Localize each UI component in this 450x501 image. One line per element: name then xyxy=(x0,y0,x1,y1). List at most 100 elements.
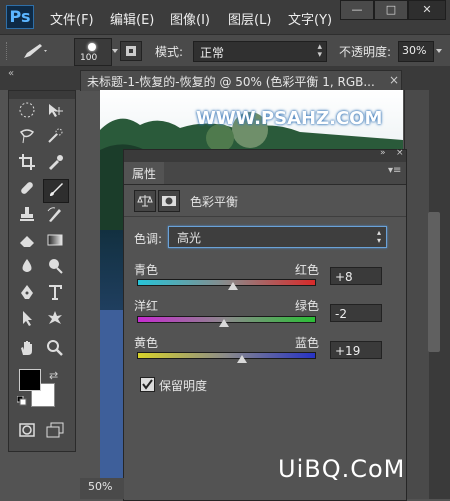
yellow-blue-value[interactable]: +19 xyxy=(330,341,382,359)
red-label: 红色 xyxy=(295,263,320,277)
tone-value: 高光 xyxy=(177,231,202,245)
blur-icon[interactable] xyxy=(15,257,39,279)
lasso-icon[interactable] xyxy=(15,127,39,149)
path-select-icon[interactable] xyxy=(15,309,39,331)
dodge-icon[interactable] xyxy=(43,257,67,279)
divider xyxy=(124,216,406,217)
yellow-blue-slider[interactable] xyxy=(137,352,316,359)
mode-select[interactable]: 正常 ▴ ▾ xyxy=(193,41,327,62)
brush-panel-toggle[interactable] xyxy=(120,41,142,61)
cyan-red-value[interactable]: +8 xyxy=(330,267,382,285)
window-controls: — □ ✕ xyxy=(338,0,450,20)
opacity-dropdown-icon[interactable] xyxy=(436,49,442,53)
yellow-blue-slider-thumb[interactable] xyxy=(237,355,248,363)
grip-handle[interactable] xyxy=(6,42,11,60)
opacity-input[interactable]: 30% xyxy=(398,41,434,62)
restore-button[interactable]: □ xyxy=(374,0,408,20)
cyan-red-slider[interactable] xyxy=(137,279,316,286)
menu-layer[interactable]: 图层(L) xyxy=(228,9,271,28)
zoom-icon[interactable] xyxy=(43,339,67,361)
mask-icon-box[interactable] xyxy=(158,190,180,212)
properties-panel: » × 属性 ▾≡ 色彩平衡 色调: 高光 ▴ ▾ 青色 红色 +8 洋红 绿色 … xyxy=(123,148,407,501)
menu-bar: Ps 文件(F) 编辑(E) 图像(I) 图层(L) 文字(Y) — □ ✕ xyxy=(0,0,450,34)
hand-icon[interactable] xyxy=(15,339,39,361)
yellow-label: 黄色 xyxy=(134,336,159,350)
mode-value: 正常 xyxy=(200,46,225,60)
close-button[interactable]: ✕ xyxy=(408,0,446,20)
quick-select-icon[interactable] xyxy=(43,127,67,149)
eyedropper-icon[interactable] xyxy=(43,153,67,175)
crop-icon[interactable] xyxy=(15,153,39,175)
tool-preset-picker[interactable] xyxy=(20,41,50,61)
canvas-watermark: WWW.PSAHZ.COM xyxy=(196,108,383,129)
brush-icon xyxy=(24,44,47,58)
minimize-button[interactable]: — xyxy=(340,0,374,20)
menu-edit[interactable]: 编辑(E) xyxy=(110,9,154,28)
site-watermark: UiBQ.CoM xyxy=(278,455,406,483)
magenta-green-value[interactable]: -2 xyxy=(330,304,382,322)
opacity-value: 30% xyxy=(402,44,427,57)
preserve-luminosity-checkbox[interactable] xyxy=(140,377,155,392)
brush-tip-icon xyxy=(88,43,96,51)
collapse-icon[interactable]: « xyxy=(8,68,14,79)
collapse-panel-icon[interactable]: » xyxy=(380,148,386,158)
zoom-level[interactable]: 50% xyxy=(88,480,112,493)
cyan-label: 青色 xyxy=(134,263,159,277)
marquee-icon[interactable] xyxy=(15,101,39,123)
healing-icon[interactable] xyxy=(15,179,39,201)
menu-image[interactable]: 图像(I) xyxy=(170,9,210,28)
shape-icon[interactable] xyxy=(43,309,67,331)
balance-icon xyxy=(137,195,153,207)
checkmark-icon xyxy=(142,379,153,390)
status-bar: 50% xyxy=(80,478,124,499)
brush-size-value: 100 xyxy=(80,53,98,63)
move-icon[interactable] xyxy=(43,101,67,123)
default-colors-icon[interactable] xyxy=(16,395,27,406)
mode-label: 模式: xyxy=(155,45,184,59)
pen-icon[interactable] xyxy=(15,283,39,305)
gradient-icon[interactable] xyxy=(43,231,67,253)
right-dock xyxy=(404,90,450,499)
panel-title: 属性 xyxy=(132,167,157,181)
brush-panel-icon xyxy=(126,46,136,56)
screen-mode-icon[interactable] xyxy=(43,421,67,443)
toolbox-grip[interactable] xyxy=(9,91,75,99)
toolbox: ⇄ xyxy=(8,90,76,452)
panel-header-bar[interactable]: » × xyxy=(124,148,406,162)
preserve-luminosity-label: 保留明度 xyxy=(159,379,208,393)
chevron-down-icon[interactable] xyxy=(112,49,118,53)
magenta-green-slider-thumb[interactable] xyxy=(218,319,229,327)
menu-file[interactable]: 文件(F) xyxy=(50,9,94,28)
document-tab[interactable]: 未标题-1-恢复的-恢复的 @ 50% (色彩平衡 1, RGB... × xyxy=(80,70,402,91)
panel-tab-row: 属性 ▾≡ xyxy=(124,162,406,185)
app-logo: Ps xyxy=(6,5,34,29)
history-brush-icon[interactable] xyxy=(43,205,67,227)
close-tab-icon[interactable]: × xyxy=(389,73,399,87)
magenta-label: 洋红 xyxy=(134,299,159,313)
brush-size-picker[interactable]: 100 xyxy=(74,38,112,66)
adjustment-icon-box[interactable] xyxy=(134,190,156,212)
panel-menu-icon[interactable]: ▾≡ xyxy=(388,165,401,176)
foreground-color-swatch[interactable] xyxy=(19,369,41,391)
layer-mask-icon xyxy=(162,196,176,206)
close-panel-icon[interactable]: × xyxy=(396,148,404,158)
eraser-icon[interactable] xyxy=(15,231,39,253)
green-label: 绿色 xyxy=(295,299,320,313)
brush-icon[interactable] xyxy=(43,179,69,203)
vertical-scrollbar[interactable] xyxy=(428,212,440,352)
canvas-scroll-area xyxy=(404,90,429,499)
spin-arrows-icon: ▴ ▾ xyxy=(376,228,381,245)
spin-arrows-icon: ▴ ▾ xyxy=(317,42,322,60)
menu-type[interactable]: 文字(Y) xyxy=(288,9,332,28)
blue-label: 蓝色 xyxy=(295,336,320,350)
stamp-icon[interactable] xyxy=(15,205,39,227)
adjustment-name: 色彩平衡 xyxy=(190,195,239,209)
swap-colors-icon[interactable]: ⇄ xyxy=(49,369,58,382)
document-tab-title: 未标题-1-恢复的-恢复的 @ 50% (色彩平衡 1, RGB... xyxy=(87,75,375,89)
cyan-red-slider-thumb[interactable] xyxy=(227,282,238,290)
opacity-label: 不透明度: xyxy=(339,45,392,59)
properties-tab[interactable]: 属性 xyxy=(124,162,164,184)
type-icon[interactable] xyxy=(43,283,67,305)
tone-select[interactable]: 高光 ▴ ▾ xyxy=(168,226,387,248)
quick-mask-icon[interactable] xyxy=(15,421,39,443)
